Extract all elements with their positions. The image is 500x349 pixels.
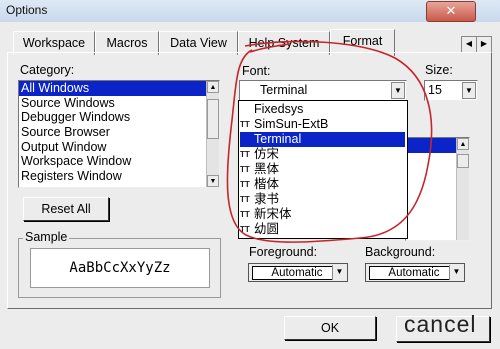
chevron-down-icon[interactable]: ▼ bbox=[391, 82, 405, 99]
list-item[interactable]: Output Window bbox=[19, 140, 219, 155]
foreground-label: Foreground: bbox=[249, 245, 318, 259]
truetype-icon: TT bbox=[240, 164, 250, 174]
tab-label: Help System bbox=[248, 36, 320, 50]
truetype-icon: TT bbox=[240, 179, 250, 189]
category-list[interactable]: All Windows Source Windows Debugger Wind… bbox=[18, 80, 220, 188]
font-combo[interactable]: Terminal ▼ bbox=[239, 80, 407, 101]
color-list[interactable]: ▲ bbox=[405, 137, 470, 241]
size-combo[interactable]: 15 ▼ bbox=[424, 80, 478, 101]
tab-scroll-left-button[interactable]: ◀ bbox=[461, 36, 477, 53]
reset-all-button[interactable]: Reset All bbox=[23, 197, 109, 221]
category-label: Category: bbox=[20, 63, 75, 77]
title-bar: Options ✕ bbox=[0, 0, 500, 23]
background-color-picker[interactable]: Automatic ▼ bbox=[365, 263, 465, 282]
sample-label: Sample bbox=[23, 230, 70, 244]
chevron-down-icon[interactable]: ▼ bbox=[449, 265, 463, 280]
chevron-down-icon[interactable]: ▼ bbox=[462, 82, 476, 99]
chevron-right-icon: ▶ bbox=[480, 39, 488, 48]
font-value: Terminal bbox=[260, 83, 308, 97]
close-icon: ✕ bbox=[445, 3, 457, 18]
font-option[interactable]: TT 新宋体 bbox=[240, 207, 405, 222]
color-list-scrollbar[interactable]: ▲ bbox=[456, 138, 469, 240]
list-item[interactable]: Workspace Window bbox=[19, 154, 219, 169]
font-option[interactable]: TT 黑体 bbox=[240, 162, 405, 177]
sample-group: Sample AaBbCcXxYyZz bbox=[18, 230, 221, 298]
truetype-icon: TT bbox=[240, 209, 250, 219]
list-item[interactable]: All Windows bbox=[19, 81, 219, 96]
truetype-icon: TT bbox=[240, 224, 250, 234]
truetype-icon: TT bbox=[240, 119, 250, 129]
font-label: Font: bbox=[242, 64, 271, 78]
sample-preview: AaBbCcXxYyZz bbox=[30, 248, 210, 288]
tab-label: Macros bbox=[106, 36, 148, 50]
font-option[interactable]: TT SimSun-ExtB bbox=[240, 117, 405, 132]
size-value: 15 bbox=[428, 83, 442, 97]
tab-label: Format bbox=[342, 34, 383, 48]
font-option[interactable]: TT 隶书 bbox=[240, 192, 405, 207]
chevron-left-icon: ◀ bbox=[465, 39, 473, 48]
scroll-up-icon[interactable]: ▲ bbox=[207, 81, 219, 93]
chevron-down-icon[interactable]: ▼ bbox=[332, 265, 346, 280]
tab-label: Data View bbox=[170, 36, 227, 50]
font-option[interactable]: TT 幼圆 bbox=[240, 222, 405, 237]
close-button[interactable]: ✕ bbox=[426, 1, 476, 22]
list-item[interactable]: Source Windows bbox=[19, 96, 219, 111]
font-option[interactable]: TT 楷体 bbox=[240, 177, 405, 192]
truetype-icon: TT bbox=[240, 149, 250, 159]
font-option[interactable]: TT 仿宋 bbox=[240, 147, 405, 162]
scroll-up-icon[interactable]: ▲ bbox=[457, 138, 469, 150]
truetype-icon: TT bbox=[240, 194, 250, 204]
background-label: Background: bbox=[365, 245, 436, 259]
font-option-selected[interactable]: Terminal bbox=[240, 132, 405, 147]
scroll-thumb[interactable] bbox=[207, 99, 219, 139]
font-option[interactable]: Fixedsys bbox=[240, 102, 405, 117]
size-label: Size: bbox=[425, 63, 453, 77]
list-item[interactable]: Source Browser bbox=[19, 125, 219, 140]
foreground-color-picker[interactable]: Automatic ▼ bbox=[248, 263, 348, 282]
tab-label: Workspace bbox=[22, 36, 86, 50]
list-item[interactable]: Debugger Windows bbox=[19, 110, 219, 125]
ok-button[interactable]: OK bbox=[284, 316, 376, 340]
category-scrollbar[interactable]: ▲ ▼ bbox=[206, 81, 219, 187]
font-dropdown-list[interactable]: Fixedsys TT SimSun-ExtB Terminal TT 仿宋 TT 黑… bbox=[238, 100, 408, 239]
cancel-button-label: cancel bbox=[404, 311, 477, 337]
foreground-value: Automatic bbox=[252, 266, 342, 280]
tab-scroll-right-button[interactable]: ▶ bbox=[476, 36, 492, 53]
window-title: Options bbox=[6, 3, 48, 17]
background-value: Automatic bbox=[369, 266, 459, 280]
scroll-thumb[interactable] bbox=[457, 154, 469, 168]
list-item[interactable]: Registers Window bbox=[19, 169, 219, 184]
scroll-down-icon[interactable]: ▼ bbox=[207, 175, 219, 187]
